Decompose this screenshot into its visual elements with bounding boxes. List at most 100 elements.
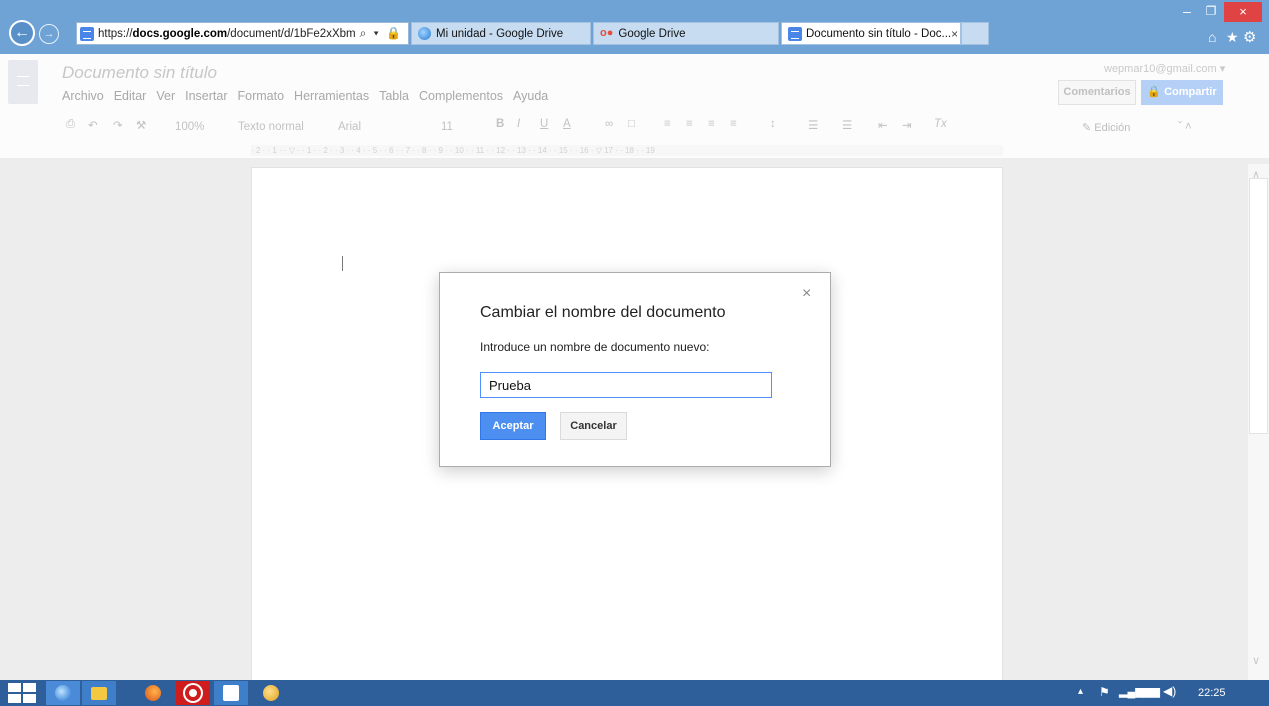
comments-button[interactable]: Comentarios bbox=[1058, 80, 1136, 105]
edit-mode-select[interactable]: ✎ Edición bbox=[1082, 121, 1130, 134]
minimize-icon[interactable]: – bbox=[1176, 4, 1198, 20]
user-email[interactable]: wepmar10@gmail.com ▾ bbox=[1104, 62, 1225, 75]
tab-label: Google Drive bbox=[618, 27, 686, 40]
text-color-button[interactable]: A bbox=[563, 118, 571, 130]
cancel-button[interactable]: Cancelar bbox=[560, 412, 627, 440]
maximize-icon[interactable]: ❐ bbox=[1200, 4, 1222, 20]
url-path: /document/d/1bFe2xXbm bbox=[227, 27, 356, 40]
clock[interactable]: 22:25 bbox=[1198, 687, 1226, 699]
taskbar-firefox[interactable] bbox=[136, 681, 170, 705]
folder-icon bbox=[91, 687, 107, 700]
menu-editar[interactable]: Editar bbox=[114, 89, 147, 103]
menu-insertar[interactable]: Insertar bbox=[185, 89, 227, 103]
align-right-icon[interactable]: ≡ bbox=[708, 118, 715, 130]
address-tools-icons[interactable]: ⌕ ▾ 🔒 ↻ bbox=[360, 26, 408, 41]
redo-icon[interactable]: ↷ bbox=[113, 118, 123, 132]
align-left-icon[interactable]: ≡ bbox=[664, 118, 671, 130]
menu-archivo[interactable]: Archivo bbox=[62, 89, 104, 103]
start-button[interactable] bbox=[8, 683, 38, 704]
flag-icon[interactable]: ⚑ bbox=[1099, 685, 1110, 699]
taskbar-explorer[interactable] bbox=[82, 681, 116, 705]
taskbar-ie[interactable] bbox=[46, 681, 80, 705]
decrease-indent-icon[interactable]: ⇤ bbox=[878, 118, 888, 132]
address-bar[interactable]: https://docs.google.com/document/d/1bFe2… bbox=[76, 22, 409, 45]
line-spacing-icon[interactable]: ↕ bbox=[770, 118, 776, 130]
tab-mi-unidad[interactable]: Mi unidad - Google Drive bbox=[411, 22, 591, 45]
ruler[interactable]: · 2 · · 1 · · ▽ · · 1 · · 2 · · 3 · · 4 … bbox=[251, 145, 1003, 156]
windows-logo-icon bbox=[23, 694, 36, 703]
tab-google-drive[interactable]: o● Google Drive bbox=[593, 22, 779, 45]
menu-formato[interactable]: Formato bbox=[238, 89, 285, 103]
tab-close-icon[interactable]: × bbox=[951, 27, 958, 41]
tray-arrow-icon[interactable]: ▴ bbox=[1078, 686, 1083, 697]
ie-icon bbox=[55, 685, 71, 701]
favorites-icon[interactable]: ★ bbox=[1226, 29, 1239, 46]
dialog-label: Introduce un nombre de documento nuevo: bbox=[480, 340, 710, 354]
document-title[interactable]: Documento sin título bbox=[62, 63, 217, 83]
clear-format-icon[interactable]: Tx bbox=[934, 118, 947, 130]
comment-icon[interactable]: □ bbox=[628, 118, 635, 130]
close-window-icon[interactable]: × bbox=[1224, 2, 1262, 22]
gear-icon[interactable]: ⚙ bbox=[1243, 28, 1256, 46]
document-name-input[interactable] bbox=[480, 372, 772, 398]
forward-button[interactable]: → bbox=[39, 24, 59, 44]
italic-button[interactable]: I bbox=[517, 118, 520, 130]
ie-favicon-icon bbox=[418, 27, 431, 40]
dialog-title: Cambiar el nombre del documento bbox=[480, 304, 726, 321]
taskbar-paint[interactable] bbox=[254, 681, 288, 705]
text-cursor bbox=[342, 256, 343, 271]
word-icon bbox=[223, 685, 239, 701]
paint-format-icon[interactable]: ⚒ bbox=[136, 118, 146, 132]
share-button[interactable]: 🔒 Compartir bbox=[1141, 80, 1223, 105]
scroll-up-icon[interactable]: ∧ bbox=[1252, 168, 1260, 181]
docs-logo-icon[interactable] bbox=[8, 60, 38, 104]
print-icon[interactable]: ⎙ bbox=[66, 118, 75, 131]
increase-indent-icon[interactable]: ⇥ bbox=[902, 118, 912, 132]
menu-ver[interactable]: Ver bbox=[156, 89, 175, 103]
menu-herramientas[interactable]: Herramientas bbox=[294, 89, 369, 103]
numbered-list-icon[interactable]: ☰ bbox=[808, 118, 818, 132]
windows-logo-icon bbox=[23, 683, 36, 692]
url-prefix: https:// bbox=[98, 27, 133, 40]
taskbar-opera[interactable] bbox=[176, 681, 210, 705]
accept-button[interactable]: Aceptar bbox=[480, 412, 546, 440]
signal-icon[interactable]: ▂▄▆ bbox=[1119, 685, 1144, 698]
menu-bar: Archivo Editar Ver Insertar Formato Herr… bbox=[62, 89, 548, 103]
close-icon[interactable]: × bbox=[802, 285, 811, 303]
windows-logo-icon bbox=[8, 683, 21, 692]
bold-button[interactable]: B bbox=[496, 118, 504, 130]
home-icon[interactable]: ⌂ bbox=[1208, 29, 1216, 45]
link-icon[interactable]: ∞ bbox=[605, 118, 613, 130]
volume-icon[interactable]: ◀) bbox=[1163, 684, 1176, 698]
menu-complementos[interactable]: Complementos bbox=[419, 89, 503, 103]
underline-button[interactable]: U bbox=[540, 118, 548, 130]
opera-icon bbox=[185, 685, 201, 701]
scrollbar-thumb[interactable] bbox=[1249, 178, 1268, 434]
align-center-icon[interactable]: ≡ bbox=[686, 118, 693, 130]
docs-favicon-icon bbox=[788, 26, 802, 41]
docs-favicon-icon bbox=[80, 26, 94, 41]
style-select[interactable]: Texto normal bbox=[238, 121, 304, 133]
tab-label: Documento sin título - Doc... bbox=[806, 27, 952, 40]
justify-icon[interactable]: ≡ bbox=[730, 118, 737, 130]
menu-ayuda[interactable]: Ayuda bbox=[513, 89, 548, 103]
font-size-select[interactable]: 11 bbox=[441, 121, 453, 133]
new-tab-button[interactable] bbox=[961, 22, 989, 45]
collapse-icon[interactable]: ˇ ˄ bbox=[1178, 121, 1192, 133]
font-select[interactable]: Arial bbox=[338, 121, 361, 133]
scroll-down-icon[interactable]: ∨ bbox=[1252, 654, 1260, 667]
tab-label: Mi unidad - Google Drive bbox=[436, 27, 564, 40]
tab-documento[interactable]: Documento sin título - Doc... × bbox=[781, 22, 961, 45]
bulleted-list-icon[interactable]: ☰ bbox=[842, 118, 852, 132]
taskbar-word[interactable] bbox=[214, 681, 248, 705]
paint-icon bbox=[263, 685, 279, 701]
undo-icon[interactable]: ↶ bbox=[88, 118, 98, 132]
network-icon[interactable]: ▆▆ bbox=[1143, 685, 1160, 698]
back-button[interactable]: ← bbox=[9, 20, 35, 46]
windows-logo-icon bbox=[8, 694, 21, 703]
drive-favicon-icon: o● bbox=[600, 27, 614, 39]
menu-tabla[interactable]: Tabla bbox=[379, 89, 409, 103]
zoom-select[interactable]: 100% bbox=[175, 121, 204, 133]
firefox-icon bbox=[145, 685, 161, 701]
rename-dialog: × Cambiar el nombre del documento Introd… bbox=[439, 272, 831, 467]
